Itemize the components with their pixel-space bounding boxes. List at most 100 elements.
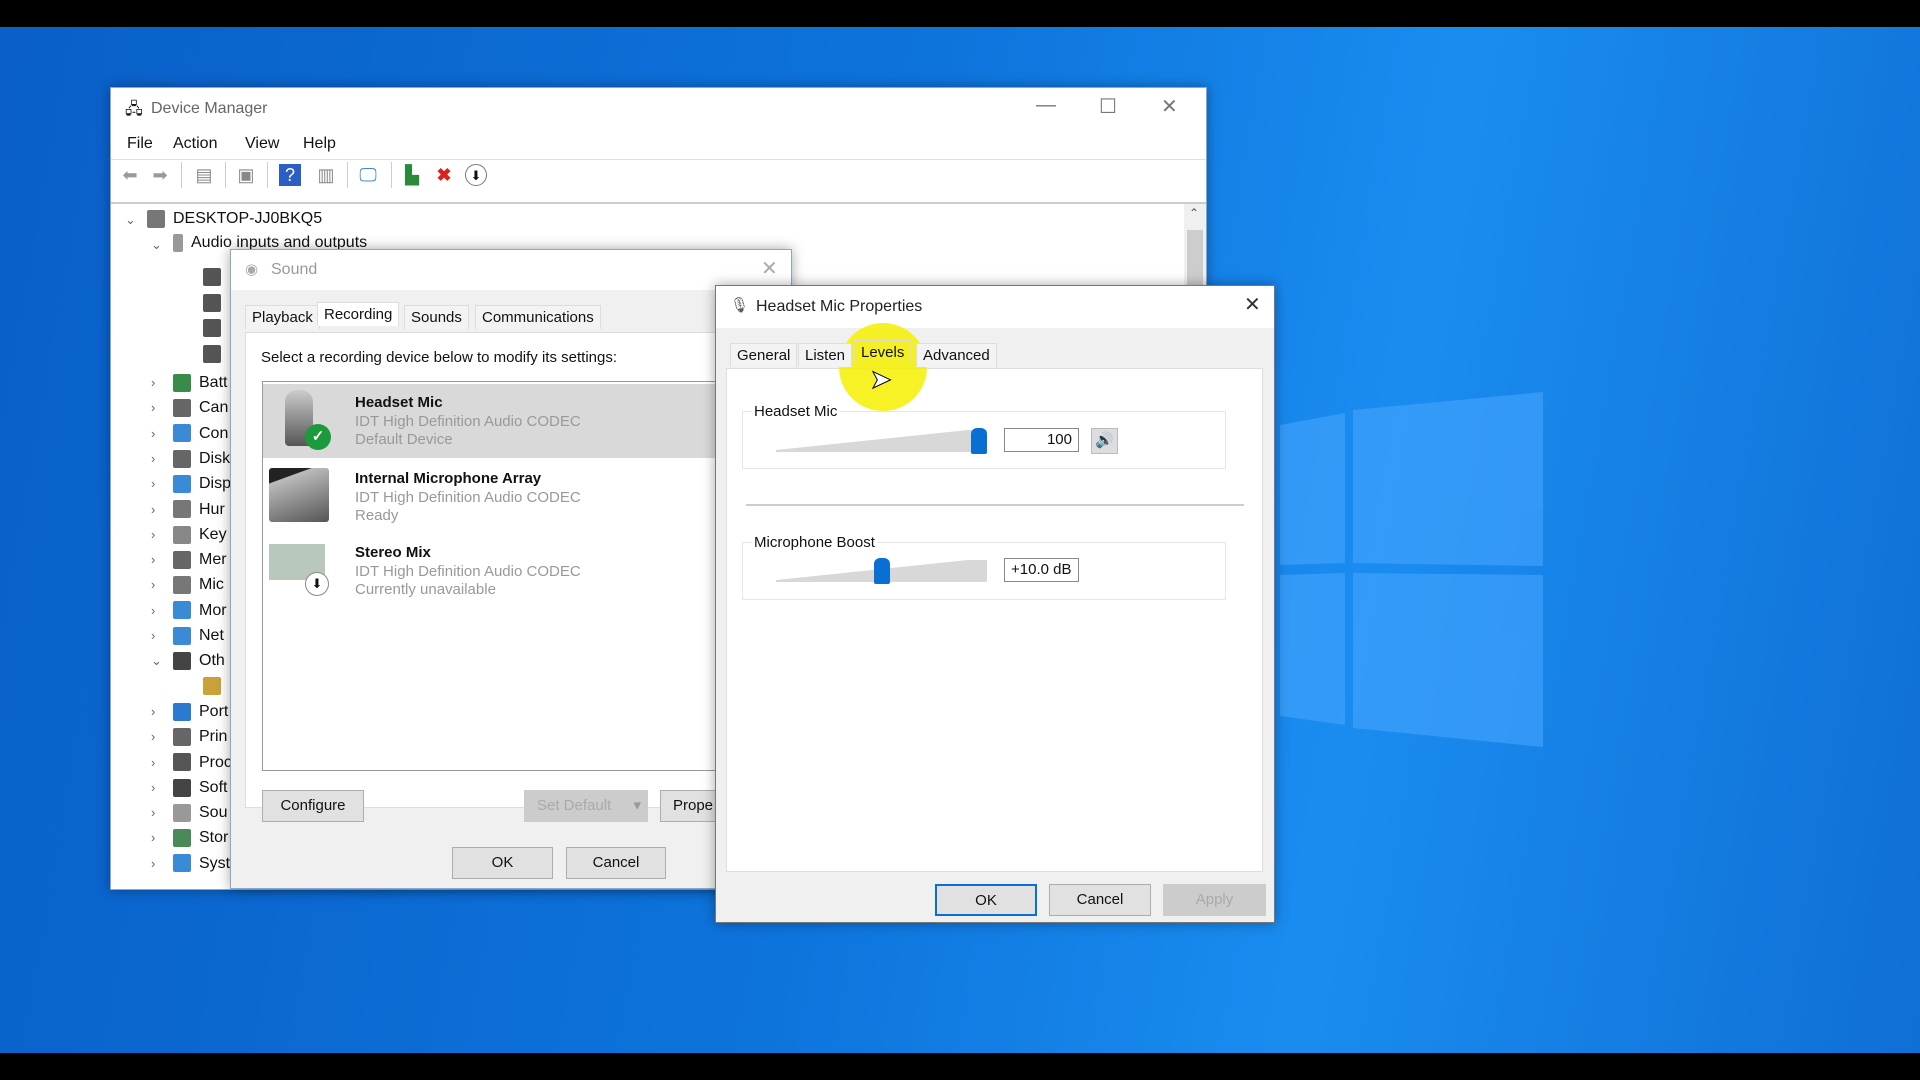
boost-slider-thumb[interactable] xyxy=(873,558,890,584)
default-check-icon: ✓ xyxy=(305,424,331,450)
tree-item-category[interactable]: Hur xyxy=(173,498,225,522)
sound-ok-button[interactable]: OK xyxy=(452,847,553,879)
window-title: Device Manager xyxy=(151,100,268,117)
tree-item-category[interactable] xyxy=(203,675,229,699)
expand-chevron-icon[interactable]: › xyxy=(151,451,155,466)
expand-chevron-icon[interactable]: › xyxy=(151,400,155,415)
apply-button[interactable]: Apply xyxy=(1163,884,1266,916)
properties-icon[interactable]: ▣ xyxy=(235,164,257,186)
expand-chevron-icon[interactable]: › xyxy=(151,552,155,567)
uninstall-icon[interactable]: ✖ xyxy=(433,164,455,186)
microphone-icon: 🎙 xyxy=(730,297,750,314)
expand-chevron-icon[interactable]: › xyxy=(151,628,155,643)
tab-levels[interactable]: Levels xyxy=(854,340,912,364)
minimize-button[interactable]: — xyxy=(1036,94,1056,117)
mute-speaker-button[interactable]: 🔊 xyxy=(1091,428,1118,454)
collapse-chevron-icon[interactable]: ⌄ xyxy=(151,237,162,253)
level-input[interactable]: 100 xyxy=(1004,428,1079,452)
tree-item-category[interactable]: Disk xyxy=(173,447,230,471)
sound-close-button[interactable]: ✕ xyxy=(761,256,778,281)
tree-item-category[interactable]: Batt xyxy=(173,371,227,395)
expand-chevron-icon[interactable]: › xyxy=(151,805,155,820)
menu-action[interactable]: Action xyxy=(173,135,217,153)
tab-recording[interactable]: Recording xyxy=(317,302,400,326)
menu-help[interactable]: Help xyxy=(303,135,336,153)
tab-general[interactable]: General xyxy=(730,343,798,367)
tab-advanced[interactable]: Advanced xyxy=(916,343,997,367)
tree-item-category[interactable]: Soft xyxy=(173,776,227,800)
forward-icon[interactable]: ➡ xyxy=(149,164,171,186)
sound-cancel-button[interactable]: Cancel xyxy=(566,847,666,879)
category-icon xyxy=(173,753,191,772)
tree-item-category[interactable]: Net xyxy=(173,624,224,648)
expand-chevron-icon[interactable]: › xyxy=(151,755,155,770)
tree-item-category[interactable]: Con xyxy=(173,422,228,446)
tree-item-category[interactable]: Key xyxy=(173,523,227,547)
expand-chevron-icon[interactable]: › xyxy=(151,502,155,517)
expand-chevron-icon[interactable]: › xyxy=(151,780,155,795)
cancel-button[interactable]: Cancel xyxy=(1049,884,1151,916)
expand-chevron-icon[interactable]: › xyxy=(151,704,155,719)
tree-label: Disp xyxy=(199,475,232,493)
bottom-black-bar xyxy=(0,1053,1920,1080)
tree-item-category[interactable]: Proc xyxy=(173,751,232,775)
properties-close-button[interactable]: ✕ xyxy=(1244,292,1261,317)
tree-item-category[interactable]: Syst xyxy=(173,852,230,876)
close-button[interactable]: ✕ xyxy=(1161,94,1178,119)
disable-icon[interactable]: ⬇ xyxy=(465,164,487,186)
expand-chevron-icon[interactable]: › xyxy=(151,476,155,491)
expand-chevron-icon[interactable]: › xyxy=(151,603,155,618)
tree-item-category[interactable]: Mic xyxy=(173,573,224,597)
tree-label: Stor xyxy=(199,829,229,847)
tree-item-category[interactable]: Mor xyxy=(173,599,227,623)
level-slider-thumb[interactable] xyxy=(971,428,987,454)
level-label: Headset Mic xyxy=(752,403,840,420)
expand-chevron-icon[interactable]: › xyxy=(151,856,155,871)
sound-icon: ◉ xyxy=(245,261,259,278)
action-pane-icon[interactable]: ▥ xyxy=(315,164,337,186)
menu-file[interactable]: File xyxy=(127,135,153,153)
category-icon xyxy=(173,803,191,822)
tree-item-category[interactable]: Mer xyxy=(173,548,227,572)
configure-button[interactable]: Configure xyxy=(262,790,364,822)
expand-chevron-icon[interactable]: › xyxy=(151,375,155,390)
collapse-chevron-icon[interactable]: ⌄ xyxy=(151,653,162,669)
set-default-button[interactable]: Set Default ▾ xyxy=(524,790,648,822)
tree-label: Oth xyxy=(199,652,225,670)
boost-input[interactable]: +10.0 dB xyxy=(1004,558,1079,582)
tab-listen[interactable]: Listen xyxy=(798,343,853,367)
help-icon[interactable]: ? xyxy=(279,164,301,186)
tree-item-category[interactable]: Stor xyxy=(173,826,228,850)
menu-view[interactable]: View xyxy=(245,135,279,153)
expand-chevron-icon[interactable]: › xyxy=(151,830,155,845)
tree-item-category[interactable]: Disp xyxy=(173,472,231,496)
expand-chevron-icon[interactable]: › xyxy=(151,527,155,542)
expand-chevron-icon[interactable]: › xyxy=(151,577,155,592)
scan-hardware-icon[interactable]: 🖵 xyxy=(357,164,379,186)
tree-item-category[interactable]: Prin xyxy=(173,725,227,749)
tree-item-computer[interactable]: DESKTOP-JJ0BKQ5 xyxy=(147,207,322,231)
expand-chevron-icon[interactable]: › xyxy=(151,426,155,441)
tab-sounds[interactable]: Sounds xyxy=(404,305,469,329)
category-icon xyxy=(173,424,191,443)
tree-item-category[interactable]: Can xyxy=(173,396,228,420)
tree-label: DESKTOP-JJ0BKQ5 xyxy=(173,210,323,227)
tree-label: Proc xyxy=(199,753,232,771)
tree-item-category[interactable]: Port xyxy=(173,700,228,724)
maximize-button[interactable]: ☐ xyxy=(1099,94,1117,119)
device-driver: IDT High Definition Audio CODEC xyxy=(355,413,581,430)
show-hide-console-tree-icon[interactable]: ▤ xyxy=(193,164,215,186)
tree-item-category[interactable]: Sou xyxy=(173,801,227,825)
ok-button[interactable]: OK xyxy=(935,884,1037,916)
tree-label: Net xyxy=(199,627,224,644)
update-driver-icon[interactable]: ▙ xyxy=(401,164,423,186)
level-slider[interactable] xyxy=(776,430,987,452)
tab-communications[interactable]: Communications xyxy=(475,305,601,329)
tab-playback[interactable]: Playback xyxy=(245,305,320,329)
back-icon[interactable]: ⬅ xyxy=(119,164,141,186)
tree-label: Mer xyxy=(199,551,227,569)
tree-item-category[interactable]: Oth xyxy=(173,649,225,673)
collapse-chevron-icon[interactable]: ⌄ xyxy=(125,212,136,228)
chevron-down-icon[interactable]: ▾ xyxy=(633,791,641,821)
expand-chevron-icon[interactable]: › xyxy=(151,729,155,744)
